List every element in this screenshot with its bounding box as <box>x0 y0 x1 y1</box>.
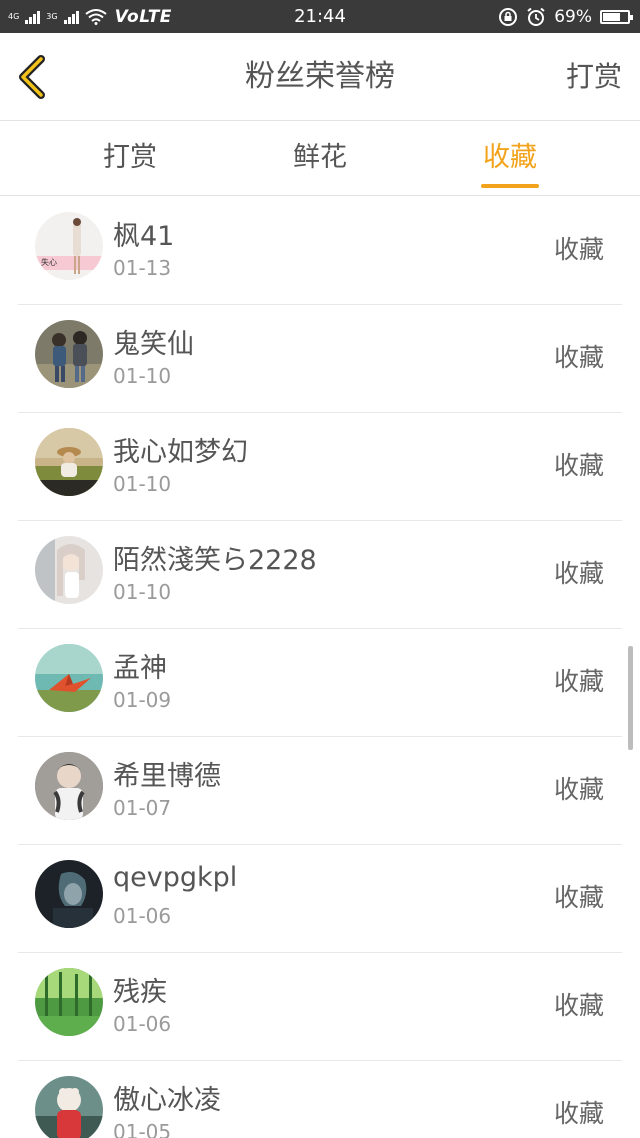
list-item[interactable]: 希里博德 01-07 收藏 <box>18 736 622 845</box>
avatar <box>35 644 103 712</box>
fan-date: 01-10 <box>113 580 172 604</box>
battery-icon <box>600 9 633 24</box>
action-type: 收藏 <box>553 1099 604 1128</box>
fan-date: 01-07 <box>113 796 172 820</box>
fan-name: qevpgkpl <box>113 862 238 893</box>
fan-date: 01-10 <box>113 472 172 496</box>
tab-bar: 打赏 鲜花 收藏 <box>0 121 640 196</box>
fan-date: 01-09 <box>113 688 172 712</box>
alarm-icon <box>527 7 545 26</box>
page-title: 粉丝荣誉榜 <box>245 59 395 94</box>
fan-date: 01-05 <box>113 1120 172 1138</box>
action-type: 收藏 <box>553 775 604 804</box>
list-item[interactable]: 我心如梦幻 01-10 收藏 <box>18 412 622 521</box>
avatar-text: 失心 <box>41 257 57 267</box>
status-right: 69% <box>498 0 633 33</box>
rotation-lock-icon <box>499 7 518 26</box>
fan-name: 孟神 <box>113 653 167 684</box>
avatar <box>35 320 103 388</box>
reward-button[interactable]: 打赏 <box>566 33 622 120</box>
list-item[interactable]: 傲心冰凌 01-05 收藏 <box>18 1060 622 1138</box>
list-item[interactable]: 陌然淺笑ら2228 01-10 收藏 <box>18 520 622 629</box>
scrollbar[interactable] <box>628 646 633 750</box>
status-bar: 4G 3G VoLTE 21:44 69% <box>0 0 640 33</box>
list-item[interactable]: 鬼笑仙 01-10 收藏 <box>18 304 622 413</box>
list-item[interactable]: 孟神 01-09 收藏 <box>18 628 622 737</box>
fan-name: 我心如梦幻 <box>113 437 248 468</box>
tab-reward[interactable]: 打赏 <box>70 121 190 195</box>
fan-date: 01-06 <box>113 904 172 928</box>
avatar <box>35 428 103 496</box>
avatar <box>35 860 103 928</box>
header-bar: 粉丝荣誉榜 打赏 <box>0 33 640 121</box>
list-item[interactable]: 残疾 01-06 收藏 <box>18 952 622 1061</box>
avatar <box>35 1076 103 1138</box>
avatar <box>35 752 103 820</box>
fan-name: 陌然淺笑ら2228 <box>113 545 317 576</box>
action-type: 收藏 <box>553 883 604 912</box>
action-type: 收藏 <box>553 451 604 480</box>
avatar <box>35 968 103 1036</box>
active-tab-indicator <box>481 184 539 188</box>
fan-name: 残疾 <box>113 977 167 1008</box>
fan-name: 希里博德 <box>113 761 221 792</box>
fan-name: 枫41 <box>113 221 175 252</box>
fan-name: 鬼笑仙 <box>113 329 194 360</box>
avatar <box>35 536 103 604</box>
tab-flowers[interactable]: 鲜花 <box>260 121 380 195</box>
list-item[interactable]: 失心 枫41 01-13 收藏 <box>18 196 622 305</box>
fan-date: 01-13 <box>113 256 172 280</box>
fan-date: 01-06 <box>113 1012 172 1036</box>
action-type: 收藏 <box>553 343 604 372</box>
battery-level <box>603 12 620 21</box>
list-item[interactable]: qevpgkpl 01-06 收藏 <box>18 844 622 953</box>
action-type: 收藏 <box>553 667 604 696</box>
fan-name: 傲心冰凌 <box>113 1085 221 1116</box>
action-type: 收藏 <box>553 559 604 588</box>
fan-list: 失心 枫41 01-13 收藏 鬼笑仙 01-10 收藏 我心如梦幻 01-10… <box>0 196 640 1138</box>
fan-date: 01-10 <box>113 364 172 388</box>
avatar: 失心 <box>35 212 103 280</box>
battery-percent: 69% <box>554 6 592 27</box>
action-type: 收藏 <box>553 235 604 264</box>
action-type: 收藏 <box>553 991 604 1020</box>
